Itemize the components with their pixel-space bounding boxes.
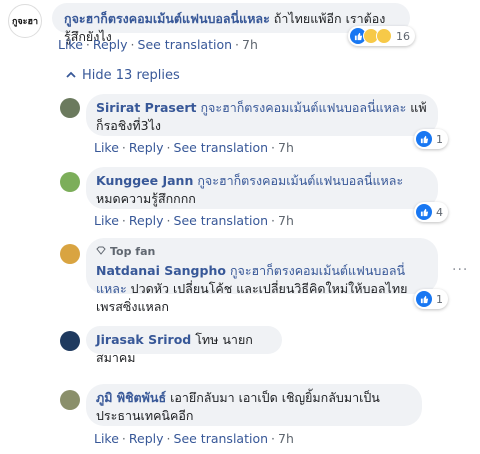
- like-reaction-icon: [416, 291, 432, 307]
- hide-replies-button[interactable]: Hide 13 replies: [66, 68, 180, 83]
- reactions-badge[interactable]: 16: [348, 26, 415, 46]
- comment-author[interactable]: กูจะฮาก็ตรงคอมเม้นต์แฟนบอลนี่แหละ: [64, 11, 270, 26]
- reply-link[interactable]: Reply: [129, 213, 164, 228]
- reply-link[interactable]: Reply: [93, 37, 128, 52]
- reply-link[interactable]: Reply: [129, 431, 164, 446]
- see-translation-link[interactable]: See translation: [174, 140, 269, 155]
- reply-text: หมดความรู้สึกกกก: [96, 191, 196, 206]
- reply-bubble: Kunggee Jann กูจะฮาก็ตรงคอมเม้นต์แฟนบอลน…: [86, 167, 438, 209]
- reactions-badge[interactable]: 1: [414, 289, 448, 309]
- reply-author[interactable]: Sirirat Prasert: [96, 100, 196, 115]
- sad-reaction-icon: [376, 28, 392, 44]
- mention-tag[interactable]: กูจะฮาก็ตรงคอมเม้นต์แฟนบอลนี่แหละ: [197, 173, 403, 188]
- timestamp[interactable]: 7h: [278, 140, 294, 155]
- see-translation-link[interactable]: See translation: [174, 431, 269, 446]
- reaction-count: 4: [436, 205, 443, 219]
- avatar[interactable]: กูจะฮา: [8, 4, 42, 38]
- reply-bubble: ภูมิ พิชิตพันธ์ เอายึกลับมา เอาเป็ด เชิญ…: [86, 384, 422, 426]
- mention-tag[interactable]: กูจะฮาก็ตรงคอมเม้นต์แฟนบอลนี่แหละ: [200, 100, 406, 115]
- like-link[interactable]: Like: [94, 431, 119, 446]
- avatar-text: กูจะฮา: [11, 17, 39, 27]
- diamond-icon: [96, 243, 106, 261]
- like-reaction-icon: [416, 204, 432, 220]
- reply-author[interactable]: Jirasak Srirod: [96, 332, 191, 347]
- like-link[interactable]: Like: [94, 140, 119, 155]
- timestamp[interactable]: 7h: [278, 431, 294, 446]
- avatar[interactable]: [60, 172, 80, 192]
- see-translation-link[interactable]: See translation: [174, 213, 269, 228]
- reply-bubble: Top fan Natdanai Sangpho กูจะฮาก็ตรงคอมเ…: [86, 238, 438, 314]
- reply-actions: Like · Reply · See translation · 7h: [94, 431, 294, 446]
- more-options-icon[interactable]: ···: [452, 262, 468, 278]
- avatar[interactable]: [60, 244, 80, 264]
- avatar[interactable]: [60, 331, 80, 351]
- avatar[interactable]: [60, 390, 80, 410]
- see-translation-link[interactable]: See translation: [138, 37, 233, 52]
- top-fan-badge: Top fan: [96, 243, 428, 261]
- reaction-count: 16: [396, 29, 410, 43]
- reply-author[interactable]: Natdanai Sangpho: [96, 263, 226, 278]
- timestamp[interactable]: 7h: [278, 213, 294, 228]
- reply-bubble: Jirasak Srirod โทษ นายกสมาคม: [86, 326, 282, 365]
- reply-actions: Like · Reply · See translation · 7h: [94, 213, 294, 228]
- reply-text: ปวดหัว เปลี่ยนโค้ช และเปลี่ยนวิธีคิดใหม่…: [96, 281, 408, 314]
- comment-actions: Like · Reply · See translation · 7h: [58, 37, 258, 52]
- reactions-badge[interactable]: 4: [414, 202, 448, 222]
- chevron-up-icon: [66, 68, 76, 83]
- reaction-count: 1: [436, 132, 443, 146]
- avatar[interactable]: [60, 98, 80, 118]
- timestamp[interactable]: 7h: [242, 37, 258, 52]
- reply-link[interactable]: Reply: [129, 140, 164, 155]
- reactions-badge[interactable]: 1: [414, 129, 448, 149]
- reaction-count: 1: [436, 292, 443, 306]
- reply-author[interactable]: Kunggee Jann: [96, 173, 193, 188]
- like-link[interactable]: Like: [58, 37, 83, 52]
- reply-actions: Like · Reply · See translation · 7h: [94, 140, 294, 155]
- reply-author[interactable]: ภูมิ พิชิตพันธ์: [96, 390, 166, 405]
- like-reaction-icon: [416, 131, 432, 147]
- like-link[interactable]: Like: [94, 213, 119, 228]
- reply-bubble: Sirirat Prasert กูจะฮาก็ตรงคอมเม้นต์แฟนบ…: [86, 94, 438, 136]
